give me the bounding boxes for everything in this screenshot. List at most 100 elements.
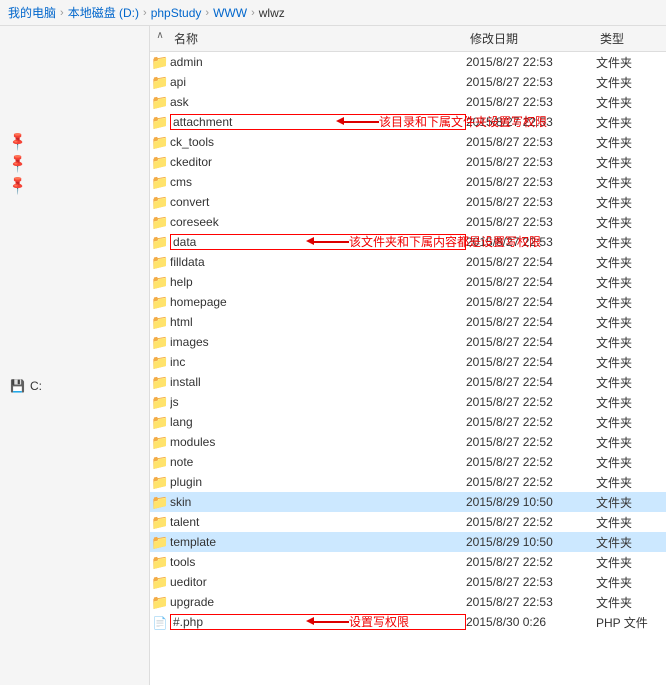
breadcrumb-d[interactable]: 本地磁盘 (D:) <box>68 4 139 21</box>
file-name: ckeditor <box>170 155 466 169</box>
file-icon: 📁 <box>150 574 170 591</box>
file-icon: 📁 <box>150 154 170 171</box>
file-date: 2015/8/27 22:54 <box>466 255 596 269</box>
pin-icon-2: 📌 <box>7 152 30 175</box>
table-row[interactable]: 📄#.php2015/8/30 0:26PHP 文件设置写权限 <box>150 612 666 632</box>
table-row[interactable]: 📁ckeditor2015/8/27 22:53文件夹 <box>150 152 666 172</box>
file-type: 文件夹 <box>596 134 666 151</box>
file-icon: 📁 <box>150 434 170 451</box>
file-name: filldata <box>170 255 466 269</box>
file-type: 文件夹 <box>596 234 666 251</box>
table-row[interactable]: 📁template2015/8/29 10:50文件夹 <box>150 532 666 552</box>
sidebar-item-c[interactable]: 📌 <box>0 130 149 152</box>
file-name: upgrade <box>170 595 466 609</box>
table-row[interactable]: 📁note2015/8/27 22:52文件夹 <box>150 452 666 472</box>
file-name: #.php <box>170 614 466 630</box>
table-row[interactable]: 📁coreseek2015/8/27 22:53文件夹 <box>150 212 666 232</box>
table-row[interactable]: 📁install2015/8/27 22:54文件夹 <box>150 372 666 392</box>
table-row[interactable]: 📁convert2015/8/27 22:53文件夹 <box>150 192 666 212</box>
table-row[interactable]: 📁api2015/8/27 22:53文件夹 <box>150 72 666 92</box>
table-row[interactable]: 📁ueditor2015/8/27 22:53文件夹 <box>150 572 666 592</box>
table-row[interactable]: 📁homepage2015/8/27 22:54文件夹 <box>150 292 666 312</box>
file-date: 2015/8/27 22:53 <box>466 575 596 589</box>
file-icon: 📁 <box>150 474 170 491</box>
file-type: 文件夹 <box>596 454 666 471</box>
file-date: 2015/8/27 22:53 <box>466 55 596 69</box>
file-date: 2015/8/27 22:53 <box>466 235 596 249</box>
file-type: 文件夹 <box>596 514 666 531</box>
file-icon: 📁 <box>150 554 170 571</box>
file-name: html <box>170 315 466 329</box>
file-date: 2015/8/27 22:54 <box>466 335 596 349</box>
file-type: 文件夹 <box>596 54 666 71</box>
table-row[interactable]: 📁talent2015/8/27 22:52文件夹 <box>150 512 666 532</box>
breadcrumb-sep-3: › <box>251 7 255 19</box>
file-type: 文件夹 <box>596 174 666 191</box>
file-icon: 📁 <box>150 194 170 211</box>
table-row[interactable]: 📁help2015/8/27 22:54文件夹 <box>150 272 666 292</box>
table-row[interactable]: 📁tools2015/8/27 22:52文件夹 <box>150 552 666 572</box>
breadcrumb-sep-2: › <box>205 7 209 19</box>
col-date-header[interactable]: 修改日期 <box>466 26 596 51</box>
breadcrumb-mypc[interactable]: 我的电脑 <box>8 4 56 21</box>
file-date: 2015/8/27 22:53 <box>466 215 596 229</box>
file-date: 2015/8/27 22:52 <box>466 555 596 569</box>
table-row[interactable]: 📁cms2015/8/27 22:53文件夹 <box>150 172 666 192</box>
breadcrumb-phpstudy[interactable]: phpStudy <box>151 6 202 20</box>
file-type: 文件夹 <box>596 74 666 91</box>
table-row[interactable]: 📁data2015/8/27 22:53文件夹该文件夹和下属内容都是设置写权限 <box>150 232 666 252</box>
col-name-header[interactable]: 名称 <box>170 26 466 51</box>
table-row[interactable]: 📁plugin2015/8/27 22:52文件夹 <box>150 472 666 492</box>
file-date: 2015/8/27 22:53 <box>466 95 596 109</box>
file-icon: 📁 <box>150 274 170 291</box>
file-type: 文件夹 <box>596 574 666 591</box>
sidebar-item-drive-c[interactable]: 💾 C: <box>0 376 149 396</box>
table-row[interactable]: 📁ck_tools2015/8/27 22:53文件夹 <box>150 132 666 152</box>
table-row[interactable]: 📁admin2015/8/27 22:53文件夹 <box>150 52 666 72</box>
sidebar-drive-label: C: <box>30 379 42 393</box>
file-name: data <box>170 234 466 250</box>
table-row[interactable]: 📁js2015/8/27 22:52文件夹 <box>150 392 666 412</box>
file-name: note <box>170 455 466 469</box>
file-type: 文件夹 <box>596 194 666 211</box>
file-date: 2015/8/27 22:54 <box>466 375 596 389</box>
table-row[interactable]: 📁modules2015/8/27 22:52文件夹 <box>150 432 666 452</box>
file-name: coreseek <box>170 215 466 229</box>
file-icon: 📁 <box>150 414 170 431</box>
file-date: 2015/8/27 22:53 <box>466 75 596 89</box>
sidebar-item-c2[interactable]: 📌 <box>0 152 149 174</box>
table-row[interactable]: 📁images2015/8/27 22:54文件夹 <box>150 332 666 352</box>
file-name: admin <box>170 55 466 69</box>
table-row[interactable]: 📁lang2015/8/27 22:52文件夹 <box>150 412 666 432</box>
file-date: 2015/8/29 10:50 <box>466 535 596 549</box>
sort-arrow: ∧ <box>150 26 170 51</box>
file-type: 文件夹 <box>596 414 666 431</box>
table-row[interactable]: 📁upgrade2015/8/27 22:53文件夹 <box>150 592 666 612</box>
file-type: 文件夹 <box>596 594 666 611</box>
pin-icon: 📌 <box>7 130 30 153</box>
file-type: 文件夹 <box>596 394 666 411</box>
file-icon: 📁 <box>150 54 170 71</box>
file-name: install <box>170 375 466 389</box>
file-type: 文件夹 <box>596 314 666 331</box>
file-area[interactable]: ∧ 名称 修改日期 类型 📁admin2015/8/27 22:53文件夹📁ap… <box>150 26 666 685</box>
file-date: 2015/8/27 22:52 <box>466 435 596 449</box>
file-type: 文件夹 <box>596 534 666 551</box>
sidebar-item-c3[interactable]: 📌 <box>0 174 149 196</box>
table-row[interactable]: 📁filldata2015/8/27 22:54文件夹 <box>150 252 666 272</box>
file-name: js <box>170 395 466 409</box>
file-date: 2015/8/27 22:54 <box>466 295 596 309</box>
table-row[interactable]: 📁ask2015/8/27 22:53文件夹 <box>150 92 666 112</box>
file-date: 2015/8/27 22:53 <box>466 115 596 129</box>
table-row[interactable]: 📁attachment2015/8/27 22:53文件夹该目录和下属文件夹设置… <box>150 112 666 132</box>
file-date: 2015/8/27 22:52 <box>466 475 596 489</box>
table-row[interactable]: 📁skin2015/8/29 10:50文件夹 <box>150 492 666 512</box>
breadcrumb-www[interactable]: WWW <box>213 6 247 20</box>
table-row[interactable]: 📁inc2015/8/27 22:54文件夹 <box>150 352 666 372</box>
window: 我的电脑 › 本地磁盘 (D:) › phpStudy › WWW › wlwz… <box>0 0 666 685</box>
file-type: 文件夹 <box>596 294 666 311</box>
file-name: inc <box>170 355 466 369</box>
table-row[interactable]: 📁html2015/8/27 22:54文件夹 <box>150 312 666 332</box>
file-list-header: ∧ 名称 修改日期 类型 <box>150 26 666 52</box>
file-date: 2015/8/27 22:54 <box>466 355 596 369</box>
